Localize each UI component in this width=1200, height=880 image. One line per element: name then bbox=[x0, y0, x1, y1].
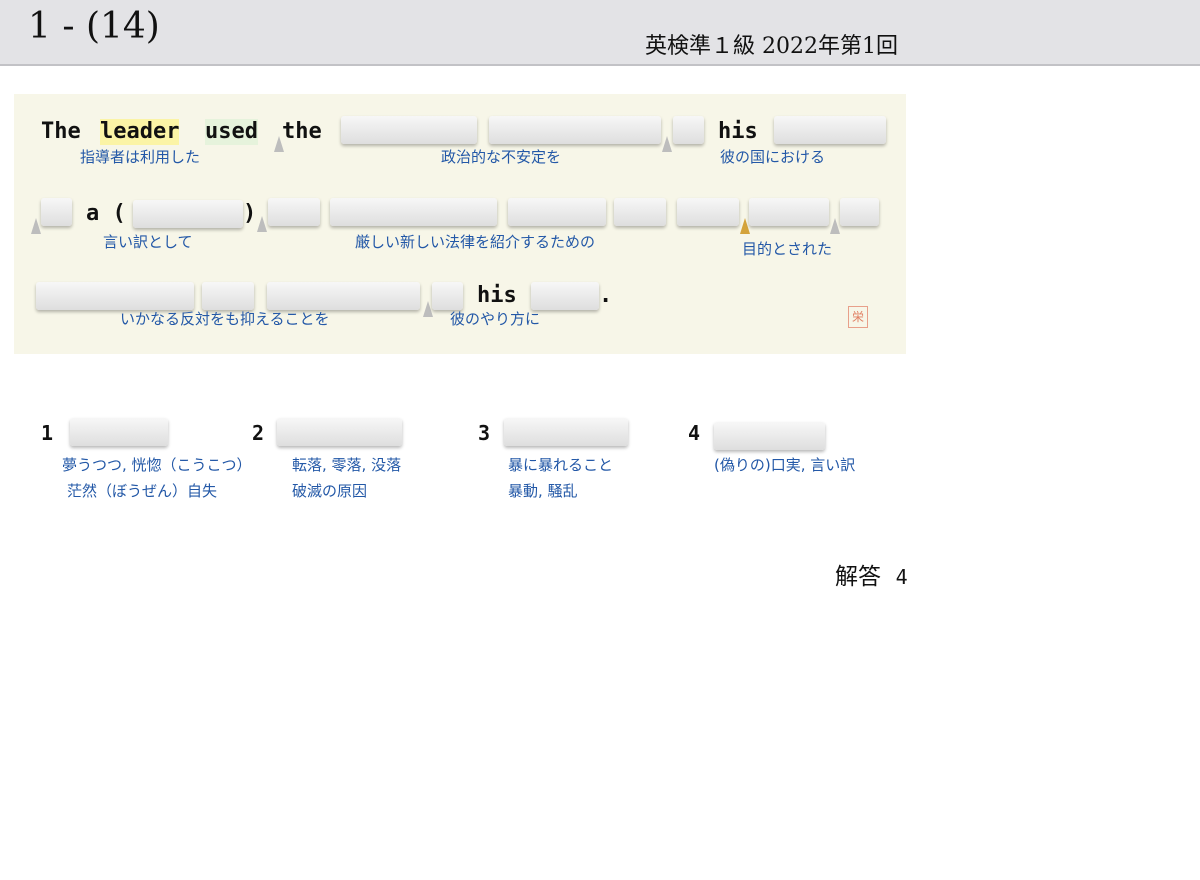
exam-label: 英検準１級 2022年第1回 bbox=[645, 34, 898, 59]
header-bar: 1 - (14) 英検準１級 2022年第1回 bbox=[0, 0, 1200, 66]
answer-blank[interactable] bbox=[133, 200, 243, 228]
cloze-blank[interactable] bbox=[673, 116, 704, 144]
gloss-leader-used: 指導者は利用した bbox=[80, 148, 201, 166]
cloze-blank[interactable] bbox=[614, 198, 666, 226]
gloss-political-instability: 政治的な不安定を bbox=[441, 148, 562, 166]
seal-stamp: 栄 bbox=[848, 306, 868, 328]
cloze-blank[interactable] bbox=[432, 282, 463, 310]
gloss-as-excuse: 言い訳として bbox=[103, 233, 193, 251]
word-marker bbox=[830, 218, 840, 234]
option-number-3: 3 bbox=[478, 421, 491, 445]
option-number-2: 2 bbox=[252, 421, 265, 445]
option-gloss-3b: 暴動, 騒乱 bbox=[508, 482, 578, 500]
option-blank-1[interactable] bbox=[70, 418, 168, 446]
word-his: his bbox=[718, 119, 758, 144]
cloze-blank[interactable] bbox=[202, 282, 254, 310]
option-gloss-2a: 転落, 零落, 没落 bbox=[292, 456, 402, 474]
word-marker bbox=[257, 216, 267, 232]
gloss-in-his-country: 彼の国における bbox=[720, 148, 826, 166]
option-number-4: 4 bbox=[688, 421, 701, 445]
word-leader: leader bbox=[100, 119, 180, 145]
gloss-his-way: 彼のやり方に bbox=[450, 310, 541, 328]
cloze-blank[interactable] bbox=[41, 198, 72, 226]
cloze-blank[interactable] bbox=[489, 116, 661, 144]
word-marker bbox=[31, 218, 41, 234]
option-gloss-1b: 茫然（ぼうぜん）自失 bbox=[67, 482, 218, 500]
cloze-blank[interactable] bbox=[774, 116, 886, 144]
sentence-period: . bbox=[599, 283, 613, 308]
cloze-blank[interactable] bbox=[330, 198, 497, 226]
cloze-blank[interactable] bbox=[840, 198, 879, 226]
answer-display: 解答 4 bbox=[835, 557, 908, 591]
cloze-blank[interactable] bbox=[268, 198, 320, 226]
option-blank-4[interactable] bbox=[714, 422, 825, 450]
cloze-blank[interactable] bbox=[749, 198, 829, 226]
option-number-1: 1 bbox=[41, 421, 54, 445]
cloze-blank[interactable] bbox=[508, 198, 606, 226]
question-number: 1 - (14) bbox=[28, 6, 160, 47]
answer-value: 4 bbox=[895, 565, 908, 589]
cloze-blank[interactable] bbox=[677, 198, 739, 226]
option-gloss-4a: (偽りの)口実, 言い訳 bbox=[714, 456, 856, 474]
word-used: used bbox=[205, 119, 258, 145]
option-blank-3[interactable] bbox=[504, 418, 628, 446]
word-the-2: the bbox=[282, 119, 322, 144]
cloze-blank[interactable] bbox=[531, 282, 599, 310]
gloss-introduce-new-laws: 厳しい新しい法律を紹介するための bbox=[355, 233, 596, 251]
gloss-aimed-at: 目的とされた bbox=[742, 240, 833, 258]
word-close-paren: ) bbox=[243, 201, 257, 226]
word-his-2: his bbox=[477, 283, 517, 308]
option-gloss-2b: 破滅の原因 bbox=[292, 482, 368, 500]
cloze-blank[interactable] bbox=[267, 282, 420, 310]
word-marker bbox=[662, 136, 672, 152]
gloss-suppress-opposition: いかなる反対をも抑えることを bbox=[120, 310, 330, 328]
answer-label: 解答 bbox=[835, 564, 881, 590]
word-the: The bbox=[41, 119, 81, 144]
sentence-card: The leader used the his 指導者は利用した 政治的な不安定… bbox=[14, 94, 906, 354]
cloze-blank[interactable] bbox=[341, 116, 477, 144]
cloze-blank[interactable] bbox=[36, 282, 194, 310]
option-gloss-3a: 暴に暴れること bbox=[508, 456, 614, 474]
word-a-open-paren: a ( bbox=[86, 201, 126, 226]
option-gloss-1a: 夢うつつ, 恍惚（こうこつ） bbox=[62, 456, 252, 474]
option-blank-2[interactable] bbox=[277, 418, 402, 446]
